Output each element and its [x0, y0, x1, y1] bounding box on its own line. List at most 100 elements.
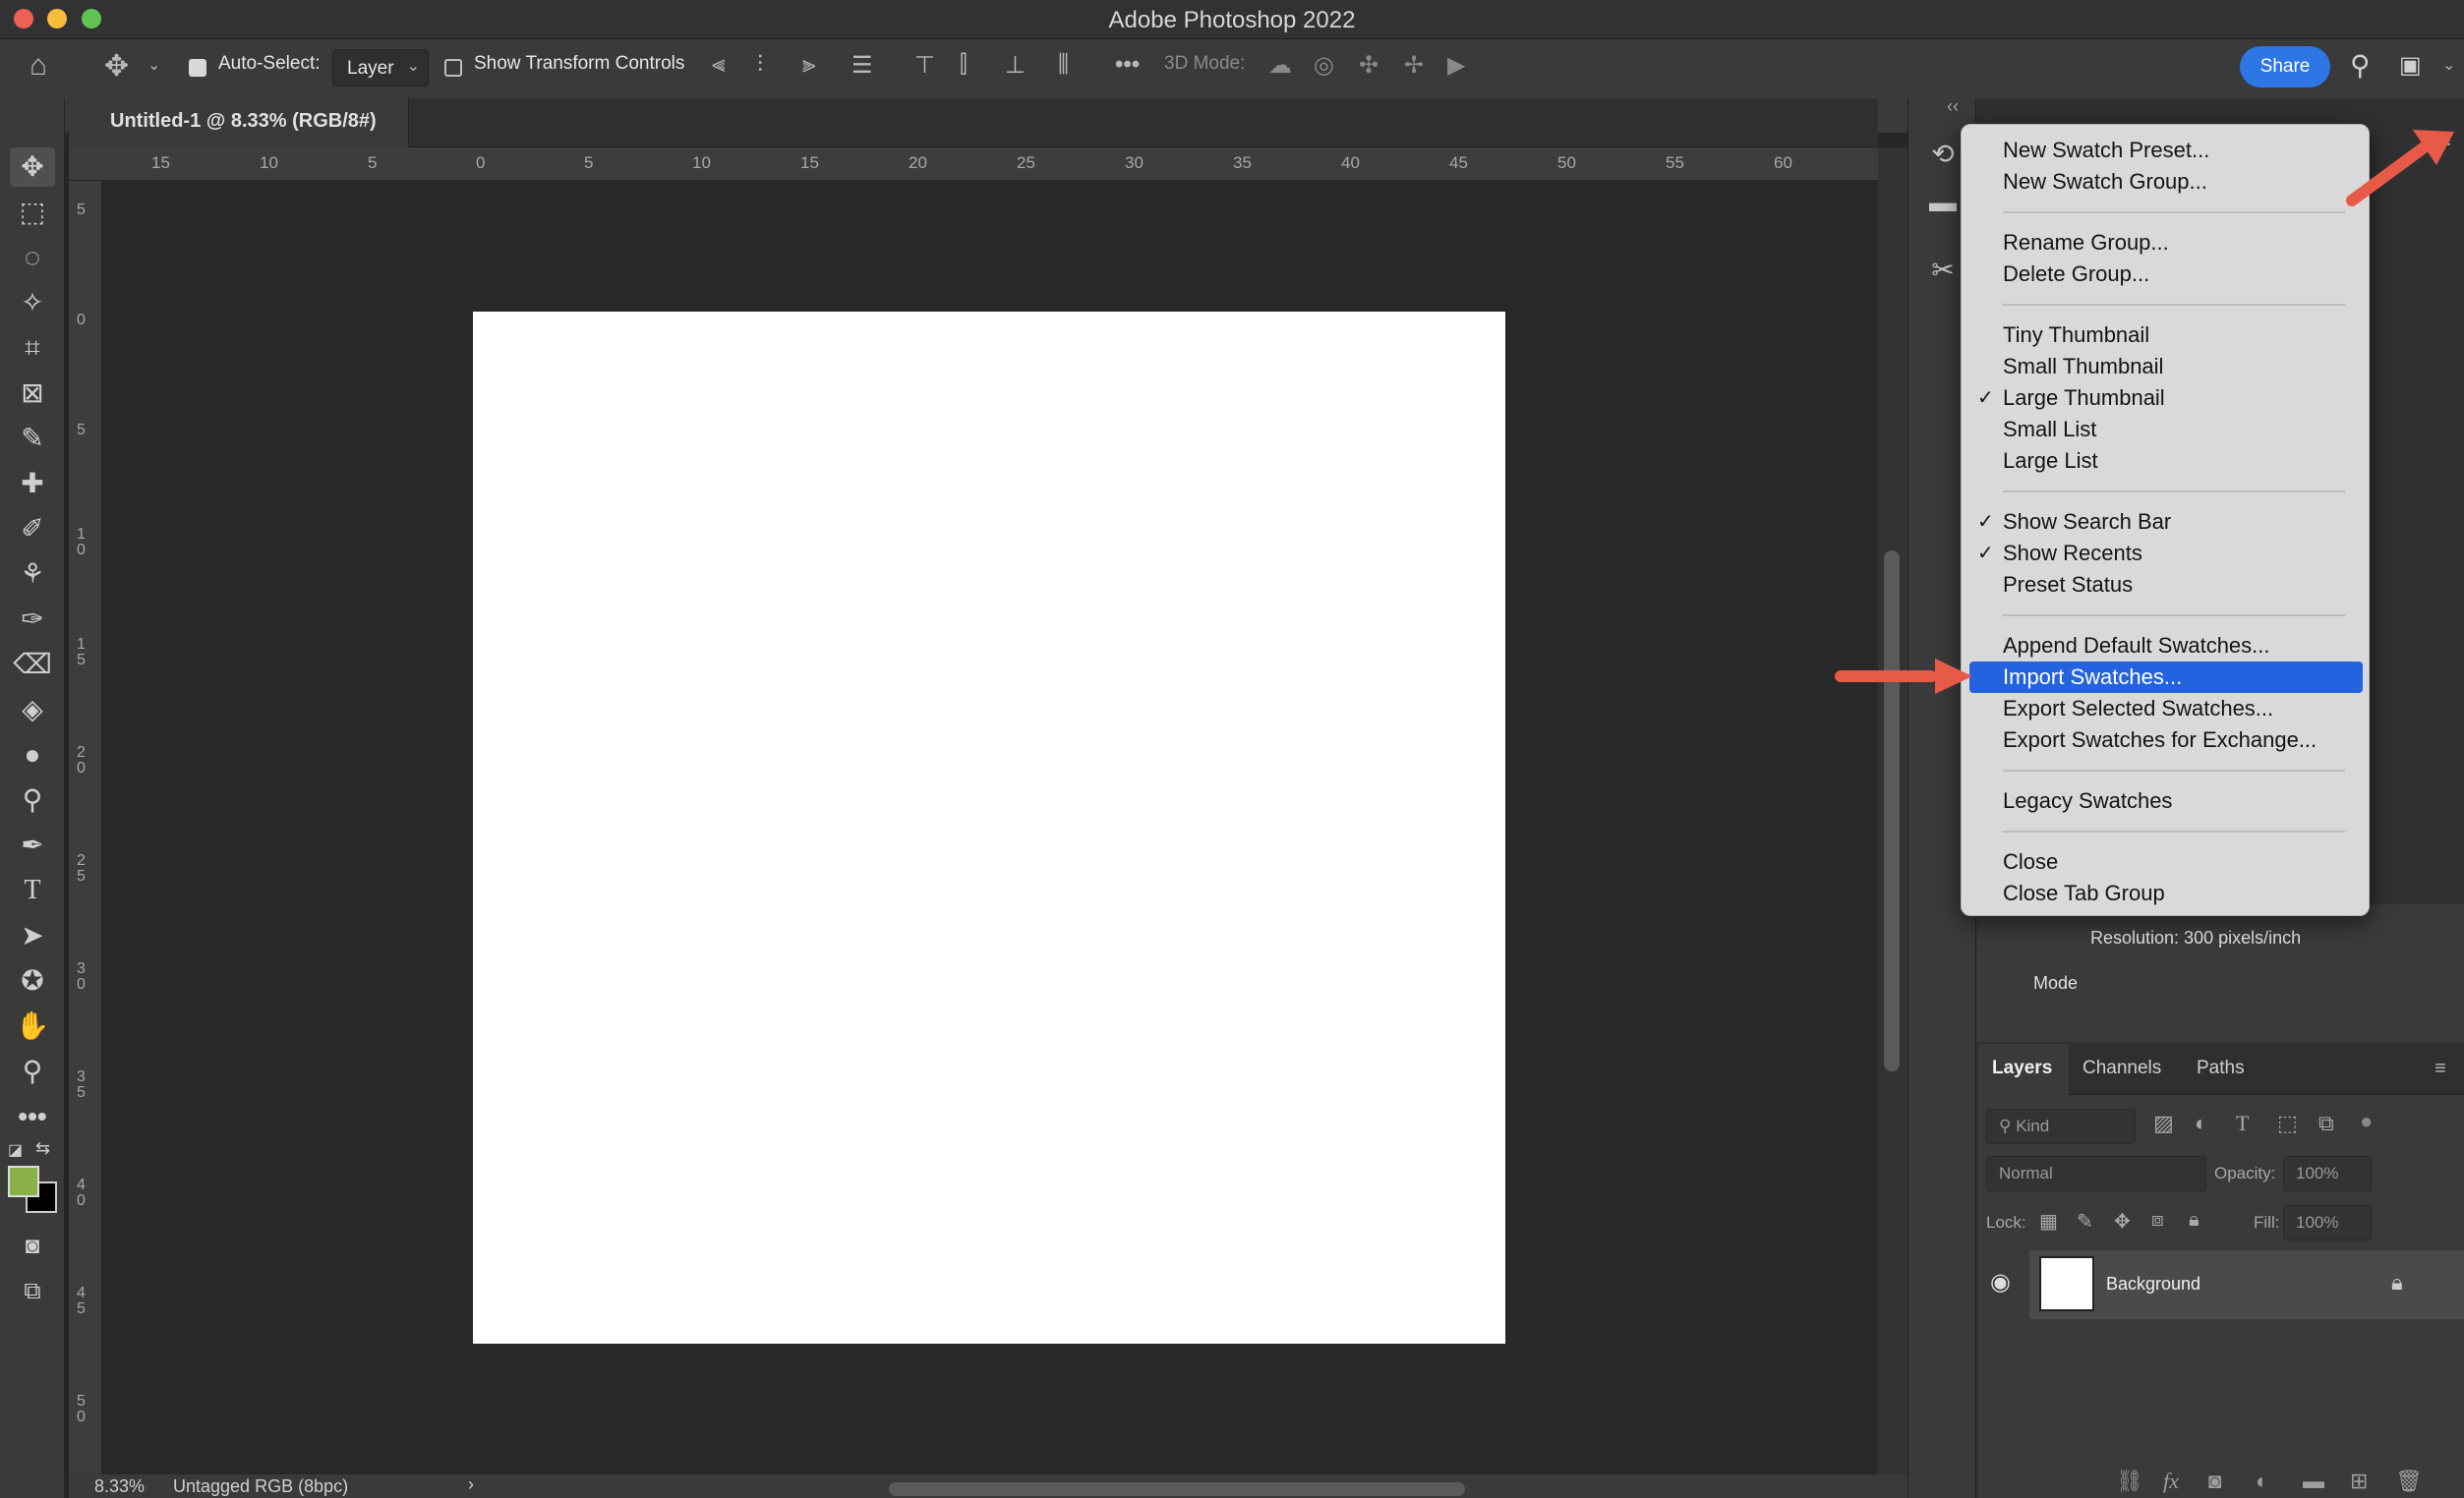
- menu-item-tiny-thumbnail[interactable]: Tiny Thumbnail: [1962, 319, 2371, 351]
- menu-item-close-tab-group[interactable]: Close Tab Group: [1962, 878, 2371, 909]
- eyedropper-tool-icon[interactable]: ✎: [10, 419, 55, 458]
- layer-filter-select[interactable]: ⚲ Kind: [1986, 1109, 2136, 1144]
- document-canvas[interactable]: [473, 312, 1505, 1344]
- menu-item-small-list[interactable]: Small List: [1962, 414, 2371, 445]
- tab-layers[interactable]: Layers: [1992, 1058, 2052, 1079]
- opacity-field[interactable]: 100%: [2283, 1156, 2372, 1191]
- shape-tool-icon[interactable]: ✪: [10, 961, 55, 1001]
- menu-item-new-swatch-group[interactable]: New Swatch Group...: [1962, 166, 2371, 198]
- menu-item-new-swatch-preset[interactable]: New Swatch Preset...: [1962, 135, 2371, 166]
- comments-panel-icon[interactable]: ▬: [1923, 187, 1963, 226]
- search-icon[interactable]: ⚲: [2350, 49, 2371, 82]
- path-selection-tool-icon[interactable]: ➤: [10, 916, 55, 955]
- magic-wand-tool-icon[interactable]: ✧: [10, 283, 55, 322]
- eraser-tool-icon[interactable]: ⌫: [10, 645, 55, 684]
- tab-channels[interactable]: Channels: [2083, 1058, 2161, 1079]
- menu-item-large-list[interactable]: Large List: [1962, 445, 2371, 477]
- brush-tool-icon[interactable]: ✐: [10, 509, 55, 548]
- lock-all-icon[interactable]: 🔒︎: [2189, 1209, 2200, 1232]
- auto-select-checkbox[interactable]: [189, 59, 206, 77]
- tab-paths[interactable]: Paths: [2197, 1058, 2245, 1079]
- document-tab[interactable]: Untitled-1 @ 8.33% (RGB/8#): [69, 98, 409, 147]
- roll-3d-icon[interactable]: ◎: [1314, 51, 1334, 80]
- menu-item-large-thumbnail[interactable]: ✓ Large Thumbnail: [1962, 382, 2371, 414]
- move-tool-icon[interactable]: ✥: [10, 147, 55, 187]
- menu-item-show-recents[interactable]: ✓ Show Recents: [1962, 538, 2371, 569]
- workspace-icon[interactable]: ▣: [2399, 51, 2422, 80]
- menu-item-show-search-bar[interactable]: ✓ Show Search Bar: [1962, 506, 2371, 538]
- menu-item-delete-group[interactable]: Delete Group...: [1962, 259, 2371, 290]
- menu-item-small-thumbnail[interactable]: Small Thumbnail: [1962, 351, 2371, 382]
- blur-tool-icon[interactable]: ●: [10, 735, 55, 775]
- blend-mode-select[interactable]: Normal: [1986, 1156, 2206, 1191]
- move-tool-icon[interactable]: ✥: [104, 49, 129, 84]
- lock-transparent-icon[interactable]: ▦: [2039, 1209, 2058, 1234]
- menu-item-legacy-swatches[interactable]: Legacy Swatches: [1962, 785, 2371, 817]
- crop-tool-icon[interactable]: ⌗: [10, 328, 55, 368]
- healing-brush-tool-icon[interactable]: ✚: [10, 464, 55, 503]
- paint-bucket-tool-icon[interactable]: ◈: [10, 690, 55, 729]
- filter-smart-object-icon[interactable]: ⧉: [2318, 1111, 2334, 1136]
- foreground-color-swatch[interactable]: [8, 1166, 39, 1197]
- align-right-icon[interactable]: ⫸: [802, 51, 816, 79]
- history-panel-icon[interactable]: ⟲: [1923, 138, 1963, 177]
- align-bottom-icon[interactable]: ⊥: [1005, 51, 1026, 80]
- layer-name[interactable]: Background: [2106, 1274, 2200, 1295]
- menu-item-preset-status[interactable]: Preset Status: [1962, 569, 2371, 601]
- scale-3d-icon[interactable]: ▶: [1447, 51, 1465, 80]
- fill-field[interactable]: 100%: [2283, 1205, 2372, 1240]
- filter-type-icon[interactable]: T: [2236, 1111, 2249, 1136]
- screen-mode-icon[interactable]: ⧉: [10, 1272, 55, 1311]
- more-tools-icon[interactable]: •••: [10, 1097, 55, 1136]
- filter-adjustment-icon[interactable]: ◐: [2195, 1111, 2207, 1136]
- menu-item-export-selected-swatches[interactable]: Export Selected Swatches...: [1962, 693, 2371, 724]
- show-transform-controls-checkbox[interactable]: [444, 59, 462, 77]
- align-middle-icon[interactable]: ⫿: [960, 51, 968, 79]
- drag-3d-icon[interactable]: ✣: [1359, 51, 1379, 80]
- layer-style-icon[interactable]: fx: [2163, 1469, 2179, 1494]
- slide-3d-icon[interactable]: ✢: [1404, 51, 1424, 80]
- more-options-icon[interactable]: •••: [1115, 51, 1140, 79]
- menu-item-import-swatches[interactable]: Import Swatches...: [1969, 662, 2363, 693]
- tools-settings-panel-icon[interactable]: ✂: [1923, 254, 1963, 293]
- lock-artboard-icon[interactable]: ⧈: [2151, 1209, 2164, 1232]
- menu-item-export-swatches-for-exchange[interactable]: Export Swatches for Exchange...: [1962, 724, 2371, 756]
- align-center-icon[interactable]: ⫶: [757, 51, 763, 79]
- menu-item-rename-group[interactable]: Rename Group...: [1962, 227, 2371, 259]
- zoom-level[interactable]: 8.33%: [94, 1476, 145, 1497]
- menu-item-close[interactable]: Close: [1962, 846, 2371, 878]
- new-layer-icon[interactable]: ⊞: [2350, 1469, 2368, 1494]
- new-group-icon[interactable]: ▬: [2303, 1469, 2324, 1494]
- filter-toggle-icon[interactable]: ●: [2360, 1109, 2373, 1134]
- vertical-scroll-thumb[interactable]: [1884, 550, 1900, 1071]
- lasso-tool-icon[interactable]: ◌: [10, 238, 55, 277]
- history-brush-tool-icon[interactable]: ✑: [10, 600, 55, 639]
- zoom-tool-icon[interactable]: ⚲: [10, 1052, 55, 1091]
- home-icon[interactable]: ⌂: [29, 49, 47, 83]
- align-top-icon[interactable]: ⊤: [914, 51, 935, 80]
- type-tool-icon[interactable]: T: [10, 871, 55, 910]
- lock-image-icon[interactable]: ✎: [2077, 1209, 2093, 1234]
- status-more-icon[interactable]: ›: [468, 1474, 474, 1495]
- filter-shape-icon[interactable]: ⬚: [2277, 1111, 2298, 1136]
- chevron-down-icon[interactable]: ⌄: [2442, 55, 2455, 75]
- filter-pixel-icon[interactable]: ▨: [2153, 1111, 2174, 1136]
- marquee-tool-icon[interactable]: ⬚: [10, 193, 55, 232]
- distribute-vertical-icon[interactable]: ⫼: [1058, 51, 1069, 79]
- swap-colors-icon[interactable]: ⇆: [35, 1138, 50, 1159]
- frame-tool-icon[interactable]: ⊠: [10, 374, 55, 413]
- visibility-eye-icon[interactable]: ◉: [1990, 1268, 2011, 1296]
- collapse-dock-icon[interactable]: ‹‹: [1947, 96, 1959, 117]
- horizontal-scroll-thumb[interactable]: [889, 1482, 1465, 1496]
- delete-layer-icon[interactable]: 🗑︎: [2395, 1469, 2423, 1494]
- menu-item-append-default-swatches[interactable]: Append Default Swatches...: [1962, 630, 2371, 662]
- link-layers-icon[interactable]: ⛓: [2116, 1469, 2143, 1494]
- auto-select-dropdown[interactable]: Layer ⌄: [332, 49, 429, 86]
- quick-mask-icon[interactable]: ◙: [10, 1227, 55, 1266]
- hand-tool-icon[interactable]: ✋: [10, 1007, 55, 1046]
- align-left-icon[interactable]: ⫷: [712, 51, 726, 79]
- default-colors-icon[interactable]: ◪: [8, 1140, 23, 1160]
- lock-position-icon[interactable]: ✥: [2114, 1209, 2131, 1234]
- chevron-down-icon[interactable]: ⌄: [147, 55, 160, 75]
- share-button[interactable]: Share: [2240, 46, 2330, 87]
